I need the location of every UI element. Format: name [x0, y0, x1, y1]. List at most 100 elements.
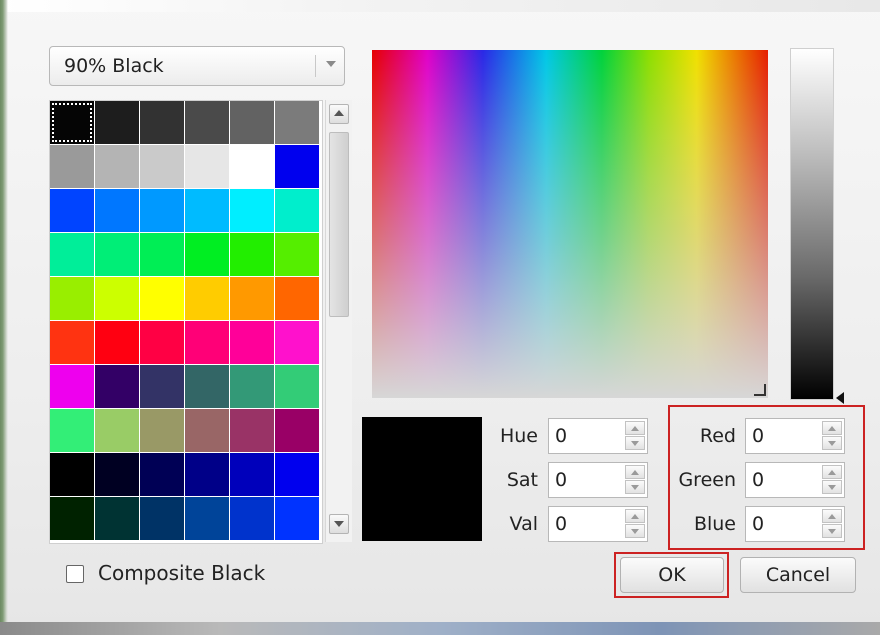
color-swatch[interactable] — [95, 409, 139, 452]
composite-black-checkbox[interactable] — [66, 565, 84, 583]
scroll-thumb[interactable] — [329, 132, 349, 317]
color-swatch[interactable] — [275, 409, 319, 452]
color-swatch[interactable] — [50, 277, 94, 320]
color-swatch[interactable] — [230, 101, 274, 144]
val-field[interactable]: 0 — [548, 506, 648, 542]
color-swatch[interactable] — [275, 277, 319, 320]
val-increment[interactable] — [625, 509, 645, 523]
color-swatch[interactable] — [50, 101, 94, 144]
color-swatch[interactable] — [230, 189, 274, 232]
sat-stepper[interactable] — [625, 465, 645, 495]
color-swatch[interactable] — [275, 365, 319, 408]
color-swatch[interactable] — [230, 145, 274, 188]
red-label: Red — [699, 425, 736, 447]
value-slider[interactable] — [790, 48, 834, 400]
color-swatch[interactable] — [275, 101, 319, 144]
color-swatch[interactable] — [50, 145, 94, 188]
color-swatch[interactable] — [185, 101, 229, 144]
val-decrement[interactable] — [625, 524, 645, 538]
val-stepper[interactable] — [625, 509, 645, 539]
color-swatch[interactable] — [230, 321, 274, 364]
sat-decrement[interactable] — [625, 480, 645, 494]
hue-label: Hue — [499, 425, 538, 447]
color-swatch[interactable] — [185, 409, 229, 452]
color-swatch[interactable] — [275, 145, 319, 188]
color-swatch[interactable] — [230, 365, 274, 408]
color-swatch[interactable] — [275, 233, 319, 276]
color-swatch[interactable] — [95, 365, 139, 408]
color-swatch[interactable] — [140, 321, 184, 364]
red-field[interactable]: 0 — [745, 418, 845, 454]
value-slider-marker[interactable] — [836, 392, 844, 404]
ok-button[interactable]: OK — [620, 557, 724, 593]
blue-field[interactable]: 0 — [745, 506, 845, 542]
val-value: 0 — [555, 513, 568, 535]
color-swatch[interactable] — [140, 365, 184, 408]
color-swatch[interactable] — [185, 233, 229, 276]
color-swatch[interactable] — [50, 497, 94, 540]
color-spectrum[interactable] — [372, 50, 768, 398]
color-swatch[interactable] — [275, 321, 319, 364]
color-swatch[interactable] — [185, 189, 229, 232]
red-stepper[interactable] — [822, 421, 842, 451]
hue-field[interactable]: 0 — [548, 418, 648, 454]
color-swatch[interactable] — [95, 145, 139, 188]
hue-decrement[interactable] — [625, 436, 645, 450]
color-swatch[interactable] — [230, 233, 274, 276]
color-swatch[interactable] — [95, 497, 139, 540]
green-increment[interactable] — [822, 465, 842, 479]
green-decrement[interactable] — [822, 480, 842, 494]
sat-value: 0 — [555, 469, 568, 491]
color-swatch[interactable] — [140, 189, 184, 232]
color-swatch[interactable] — [140, 453, 184, 496]
color-swatch[interactable] — [95, 321, 139, 364]
green-label: Green — [678, 469, 736, 491]
color-swatch[interactable] — [95, 233, 139, 276]
scroll-up-button[interactable] — [329, 104, 349, 124]
color-swatch[interactable] — [140, 409, 184, 452]
color-swatch[interactable] — [50, 365, 94, 408]
color-swatch[interactable] — [140, 277, 184, 320]
color-swatch[interactable] — [230, 409, 274, 452]
color-swatch[interactable] — [185, 497, 229, 540]
hue-stepper[interactable] — [625, 421, 645, 451]
color-swatch[interactable] — [275, 453, 319, 496]
green-field[interactable]: 0 — [745, 462, 845, 498]
cancel-button[interactable]: Cancel — [740, 557, 856, 593]
hue-increment[interactable] — [625, 421, 645, 435]
color-swatch[interactable] — [50, 321, 94, 364]
color-swatch[interactable] — [140, 145, 184, 188]
color-swatch[interactable] — [140, 497, 184, 540]
color-swatch[interactable] — [140, 101, 184, 144]
color-swatch[interactable] — [185, 277, 229, 320]
scroll-down-button[interactable] — [329, 514, 349, 534]
preset-select[interactable]: 90% Black — [49, 46, 345, 86]
color-swatch[interactable] — [275, 497, 319, 540]
red-decrement[interactable] — [822, 436, 842, 450]
color-swatch[interactable] — [230, 277, 274, 320]
red-increment[interactable] — [822, 421, 842, 435]
color-swatch[interactable] — [275, 189, 319, 232]
color-swatch[interactable] — [95, 101, 139, 144]
color-swatch[interactable] — [140, 233, 184, 276]
blue-decrement[interactable] — [822, 524, 842, 538]
color-swatch[interactable] — [230, 497, 274, 540]
green-stepper[interactable] — [822, 465, 842, 495]
color-swatch[interactable] — [185, 365, 229, 408]
color-swatch[interactable] — [95, 453, 139, 496]
sat-increment[interactable] — [625, 465, 645, 479]
color-swatch[interactable] — [50, 189, 94, 232]
blue-stepper[interactable] — [822, 509, 842, 539]
color-swatch[interactable] — [185, 145, 229, 188]
palette-scrollbar[interactable] — [325, 100, 352, 542]
color-swatch[interactable] — [50, 233, 94, 276]
blue-increment[interactable] — [822, 509, 842, 523]
color-swatch[interactable] — [185, 321, 229, 364]
color-swatch[interactable] — [230, 453, 274, 496]
sat-field[interactable]: 0 — [548, 462, 648, 498]
color-swatch[interactable] — [95, 189, 139, 232]
color-swatch[interactable] — [50, 409, 94, 452]
color-swatch[interactable] — [185, 453, 229, 496]
color-swatch[interactable] — [95, 277, 139, 320]
color-swatch[interactable] — [50, 453, 94, 496]
